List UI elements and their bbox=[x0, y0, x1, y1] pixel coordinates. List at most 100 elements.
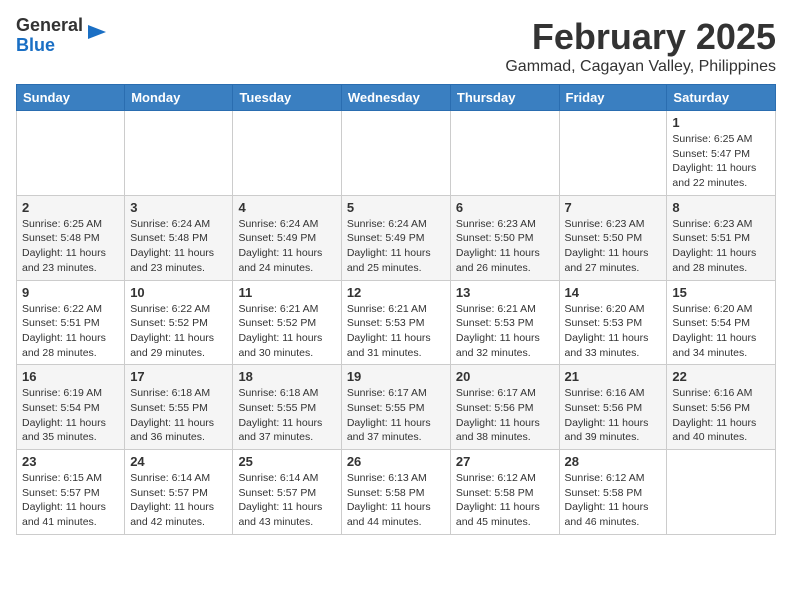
day-info: Sunrise: 6:16 AM Sunset: 5:56 PM Dayligh… bbox=[565, 386, 662, 445]
day-number: 15 bbox=[672, 285, 770, 300]
day-info: Sunrise: 6:13 AM Sunset: 5:58 PM Dayligh… bbox=[347, 471, 445, 530]
logo: General Blue bbox=[16, 16, 108, 56]
calendar-day-6: 6 Sunrise: 6:23 AM Sunset: 5:50 PM Daylig… bbox=[450, 195, 559, 280]
day-number: 24 bbox=[130, 454, 227, 469]
empty-cell bbox=[667, 450, 776, 535]
day-info: Sunrise: 6:20 AM Sunset: 5:54 PM Dayligh… bbox=[672, 302, 770, 361]
page-header: General Blue February 2025 Gammad, Cagay… bbox=[16, 16, 776, 76]
calendar-day-16: 16 Sunrise: 6:19 AM Sunset: 5:54 PM Dayli… bbox=[17, 365, 125, 450]
day-info: Sunrise: 6:23 AM Sunset: 5:51 PM Dayligh… bbox=[672, 217, 770, 276]
weekday-header-friday: Friday bbox=[559, 85, 667, 111]
empty-cell bbox=[125, 111, 233, 196]
day-number: 27 bbox=[456, 454, 554, 469]
day-info: Sunrise: 6:12 AM Sunset: 5:58 PM Dayligh… bbox=[565, 471, 662, 530]
day-info: Sunrise: 6:19 AM Sunset: 5:54 PM Dayligh… bbox=[22, 386, 119, 445]
day-number: 18 bbox=[238, 369, 335, 384]
calendar-day-2: 2Sunrise: 6:25 AM Sunset: 5:48 PM Daylig… bbox=[17, 195, 125, 280]
day-info: Sunrise: 6:24 AM Sunset: 5:48 PM Dayligh… bbox=[130, 217, 227, 276]
day-number: 17 bbox=[130, 369, 227, 384]
day-info: Sunrise: 6:25 AM Sunset: 5:48 PM Dayligh… bbox=[22, 217, 119, 276]
day-info: Sunrise: 6:21 AM Sunset: 5:53 PM Dayligh… bbox=[347, 302, 445, 361]
calendar-day-18: 18 Sunrise: 6:18 AM Sunset: 5:55 PM Dayli… bbox=[233, 365, 341, 450]
day-number: 3 bbox=[130, 200, 227, 215]
day-info: Sunrise: 6:12 AM Sunset: 5:58 PM Dayligh… bbox=[456, 471, 554, 530]
calendar-week-row: 2Sunrise: 6:25 AM Sunset: 5:48 PM Daylig… bbox=[17, 195, 776, 280]
weekday-header-tuesday: Tuesday bbox=[233, 85, 341, 111]
day-number: 13 bbox=[456, 285, 554, 300]
day-info: Sunrise: 6:21 AM Sunset: 5:52 PM Dayligh… bbox=[238, 302, 335, 361]
day-info: Sunrise: 6:18 AM Sunset: 5:55 PM Dayligh… bbox=[238, 386, 335, 445]
day-number: 25 bbox=[238, 454, 335, 469]
day-number: 21 bbox=[565, 369, 662, 384]
day-info: Sunrise: 6:17 AM Sunset: 5:56 PM Dayligh… bbox=[456, 386, 554, 445]
calendar-day-24: 24 Sunrise: 6:14 AM Sunset: 5:57 PM Dayli… bbox=[125, 450, 233, 535]
calendar-day-9: 9 Sunrise: 6:22 AM Sunset: 5:51 PM Daylig… bbox=[17, 280, 125, 365]
calendar-day-22: 22 Sunrise: 6:16 AM Sunset: 5:56 PM Dayli… bbox=[667, 365, 776, 450]
day-number: 6 bbox=[456, 200, 554, 215]
title-block: February 2025 Gammad, Cagayan Valley, Ph… bbox=[505, 16, 776, 76]
day-number: 10 bbox=[130, 285, 227, 300]
weekday-header-sunday: Sunday bbox=[17, 85, 125, 111]
day-info: Sunrise: 6:22 AM Sunset: 5:51 PM Dayligh… bbox=[22, 302, 119, 361]
empty-cell bbox=[341, 111, 450, 196]
empty-cell bbox=[233, 111, 341, 196]
calendar-day-26: 26 Sunrise: 6:13 AM Sunset: 5:58 PM Dayli… bbox=[341, 450, 450, 535]
day-info: Sunrise: 6:14 AM Sunset: 5:57 PM Dayligh… bbox=[238, 471, 335, 530]
calendar-day-27: 27 Sunrise: 6:12 AM Sunset: 5:58 PM Dayli… bbox=[450, 450, 559, 535]
day-number: 1 bbox=[672, 115, 770, 130]
empty-cell bbox=[559, 111, 667, 196]
day-info: Sunrise: 6:21 AM Sunset: 5:53 PM Dayligh… bbox=[456, 302, 554, 361]
calendar-week-row: 1 Sunrise: 6:25 AM Sunset: 5:47 PM Daylig… bbox=[17, 111, 776, 196]
day-number: 7 bbox=[565, 200, 662, 215]
day-number: 8 bbox=[672, 200, 770, 215]
logo-text: General Blue bbox=[16, 16, 83, 56]
day-number: 20 bbox=[456, 369, 554, 384]
calendar-day-3: 3 Sunrise: 6:24 AM Sunset: 5:48 PM Daylig… bbox=[125, 195, 233, 280]
day-info: Sunrise: 6:25 AM Sunset: 5:47 PM Dayligh… bbox=[672, 132, 770, 191]
calendar-day-8: 8 Sunrise: 6:23 AM Sunset: 5:51 PM Daylig… bbox=[667, 195, 776, 280]
weekday-header-wednesday: Wednesday bbox=[341, 85, 450, 111]
calendar-day-19: 19Sunrise: 6:17 AM Sunset: 5:55 PM Dayli… bbox=[341, 365, 450, 450]
day-number: 22 bbox=[672, 369, 770, 384]
calendar-table: SundayMondayTuesdayWednesdayThursdayFrid… bbox=[16, 84, 776, 535]
weekday-header-monday: Monday bbox=[125, 85, 233, 111]
calendar-day-20: 20 Sunrise: 6:17 AM Sunset: 5:56 PM Dayli… bbox=[450, 365, 559, 450]
calendar-week-row: 9 Sunrise: 6:22 AM Sunset: 5:51 PM Daylig… bbox=[17, 280, 776, 365]
calendar-day-12: 12 Sunrise: 6:21 AM Sunset: 5:53 PM Dayli… bbox=[341, 280, 450, 365]
calendar-day-14: 14 Sunrise: 6:20 AM Sunset: 5:53 PM Dayli… bbox=[559, 280, 667, 365]
day-info: Sunrise: 6:18 AM Sunset: 5:55 PM Dayligh… bbox=[130, 386, 227, 445]
day-number: 11 bbox=[238, 285, 335, 300]
calendar-day-13: 13 Sunrise: 6:21 AM Sunset: 5:53 PM Dayli… bbox=[450, 280, 559, 365]
calendar-day-15: 15 Sunrise: 6:20 AM Sunset: 5:54 PM Dayli… bbox=[667, 280, 776, 365]
empty-cell bbox=[17, 111, 125, 196]
day-number: 12 bbox=[347, 285, 445, 300]
calendar-day-10: 10 Sunrise: 6:22 AM Sunset: 5:52 PM Dayli… bbox=[125, 280, 233, 365]
calendar-day-17: 17 Sunrise: 6:18 AM Sunset: 5:55 PM Dayli… bbox=[125, 365, 233, 450]
weekday-header-thursday: Thursday bbox=[450, 85, 559, 111]
day-info: Sunrise: 6:23 AM Sunset: 5:50 PM Dayligh… bbox=[565, 217, 662, 276]
calendar-week-row: 23Sunrise: 6:15 AM Sunset: 5:57 PM Dayli… bbox=[17, 450, 776, 535]
day-info: Sunrise: 6:23 AM Sunset: 5:50 PM Dayligh… bbox=[456, 217, 554, 276]
calendar-day-1: 1 Sunrise: 6:25 AM Sunset: 5:47 PM Daylig… bbox=[667, 111, 776, 196]
weekday-header-saturday: Saturday bbox=[667, 85, 776, 111]
day-info: Sunrise: 6:20 AM Sunset: 5:53 PM Dayligh… bbox=[565, 302, 662, 361]
day-number: 19 bbox=[347, 369, 445, 384]
calendar-day-5: 5Sunrise: 6:24 AM Sunset: 5:49 PM Daylig… bbox=[341, 195, 450, 280]
day-info: Sunrise: 6:22 AM Sunset: 5:52 PM Dayligh… bbox=[130, 302, 227, 361]
calendar-day-4: 4 Sunrise: 6:24 AM Sunset: 5:49 PM Daylig… bbox=[233, 195, 341, 280]
day-number: 23 bbox=[22, 454, 119, 469]
empty-cell bbox=[450, 111, 559, 196]
day-number: 26 bbox=[347, 454, 445, 469]
day-info: Sunrise: 6:14 AM Sunset: 5:57 PM Dayligh… bbox=[130, 471, 227, 530]
day-number: 16 bbox=[22, 369, 119, 384]
calendar-day-25: 25 Sunrise: 6:14 AM Sunset: 5:57 PM Dayli… bbox=[233, 450, 341, 535]
day-info: Sunrise: 6:24 AM Sunset: 5:49 PM Dayligh… bbox=[238, 217, 335, 276]
day-info: Sunrise: 6:16 AM Sunset: 5:56 PM Dayligh… bbox=[672, 386, 770, 445]
weekday-header-row: SundayMondayTuesdayWednesdayThursdayFrid… bbox=[17, 85, 776, 111]
calendar-day-7: 7 Sunrise: 6:23 AM Sunset: 5:50 PM Daylig… bbox=[559, 195, 667, 280]
day-number: 9 bbox=[22, 285, 119, 300]
day-number: 14 bbox=[565, 285, 662, 300]
calendar-day-11: 11 Sunrise: 6:21 AM Sunset: 5:52 PM Dayli… bbox=[233, 280, 341, 365]
day-number: 5 bbox=[347, 200, 445, 215]
day-number: 4 bbox=[238, 200, 335, 215]
